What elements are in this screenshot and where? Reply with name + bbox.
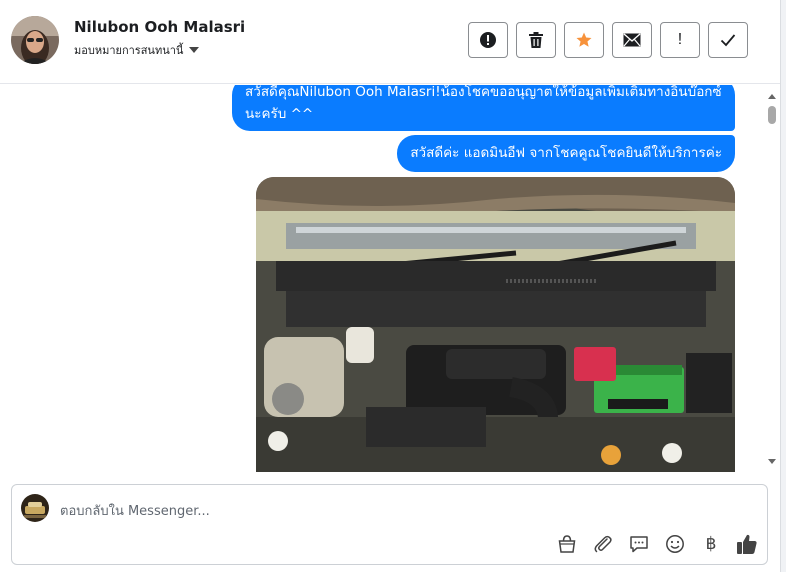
shopping-bag-icon [558, 535, 576, 553]
mark-spam-button[interactable] [468, 22, 508, 58]
envelope-icon [623, 33, 641, 47]
like-button[interactable] [735, 532, 759, 556]
conversation-header: Nilubon Ooh Malasri มอบหมายการสนทนานี้ ! [0, 0, 780, 84]
message-bubble: สวัสดีคุณNilubon Ooh Malasri!น้องโชคขออน… [232, 85, 735, 131]
message-bubble: สวัสดีค่ะ แอดมินอีฟ จากโชคคูณโชคยินดีให้… [397, 135, 735, 172]
conversation-actions: ! [468, 22, 748, 58]
payment-button[interactable]: ฿ [699, 532, 723, 556]
saved-replies-icon [630, 536, 648, 553]
contact-avatar[interactable] [11, 16, 59, 64]
scrollbar-thumb[interactable] [768, 106, 776, 124]
message-composer: ตอบกลับใน Messenger... ฿ [11, 484, 768, 565]
saved-replies-button[interactable] [627, 532, 651, 556]
page-avatar [21, 494, 49, 522]
star-button[interactable] [564, 22, 604, 58]
paperclip-icon [594, 535, 612, 553]
mark-done-button[interactable] [708, 22, 748, 58]
composer-toolbar: ฿ [555, 532, 759, 556]
delete-button[interactable] [516, 22, 556, 58]
message-thread: สวัสดีคุณNilubon Ooh Malasri!น้องโชคขออน… [0, 85, 764, 472]
reply-input[interactable]: ตอบกลับใน Messenger... [60, 500, 210, 521]
assign-label: มอบหมายการสนทนานี้ [74, 44, 184, 57]
follow-up-button[interactable]: ! [660, 22, 700, 58]
window-edge [780, 0, 786, 572]
assign-conversation-dropdown[interactable]: มอบหมายการสนทนานี้ [74, 41, 200, 59]
contact-name[interactable]: Nilubon Ooh Malasri [74, 18, 245, 36]
scroll-up-arrow-icon[interactable] [768, 94, 776, 99]
emoji-icon [666, 535, 684, 553]
exclamation-icon: ! [677, 31, 683, 48]
alert-circle-icon [480, 32, 496, 48]
trash-icon [529, 32, 543, 48]
baht-icon: ฿ [705, 534, 717, 554]
shopping-bag-button[interactable] [555, 532, 579, 556]
car-engine-bay-photo[interactable] [256, 177, 735, 472]
checkmark-icon [720, 34, 736, 47]
caret-down-icon [189, 47, 200, 53]
attach-file-button[interactable] [591, 532, 615, 556]
thread-scrollbar[interactable] [765, 86, 779, 472]
thumbs-up-icon [737, 534, 757, 554]
mark-unread-button[interactable] [612, 22, 652, 58]
star-icon [576, 32, 592, 47]
scroll-down-arrow-icon[interactable] [768, 459, 776, 464]
emoji-button[interactable] [663, 532, 687, 556]
